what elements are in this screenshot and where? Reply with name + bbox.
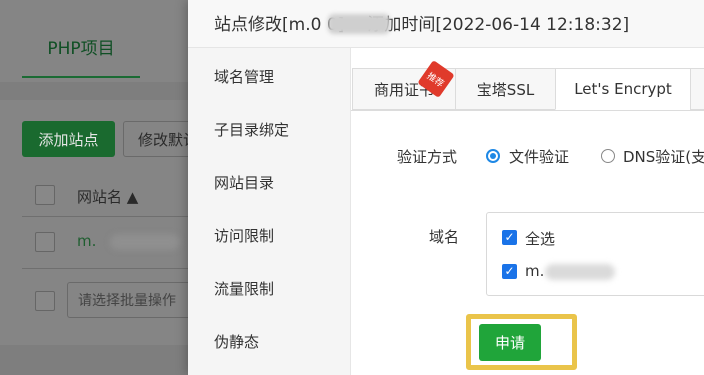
tab-baota-ssl[interactable]: 宝塔SSL: [455, 68, 556, 110]
batch-checkbox[interactable]: [35, 291, 55, 311]
sidebar-item-subdirectory-binding[interactable]: 子目录绑定: [214, 119, 289, 140]
apply-button[interactable]: 申请: [479, 324, 541, 361]
tab-commercial-cert[interactable]: 商用证书 推荐: [352, 60, 456, 110]
select-all-label[interactable]: 全选: [525, 228, 555, 249]
radio-file-verify[interactable]: [486, 149, 500, 163]
project-tab-bar: PHP项目: [0, 0, 188, 82]
modal-header: 站点修改[m.0 0] -- 添加时间[2022-06-14 12:18:32]: [188, 0, 704, 48]
radio-file-verify-label[interactable]: 文件验证: [509, 146, 569, 167]
select-all-checkbox[interactable]: [35, 185, 55, 205]
radio-dns-verify[interactable]: [601, 149, 615, 163]
sidebar-item-site-directory[interactable]: 网站目录: [214, 172, 274, 193]
radio-dns-verify-label[interactable]: DNS验证(支: [623, 146, 704, 167]
domain-list: ✓ 全选 ✓ m.: [486, 212, 704, 296]
redacted-blur: [110, 234, 180, 250]
add-site-button[interactable]: 添加站点: [22, 121, 115, 157]
site-settings-modal: 站点修改[m.0 0] -- 添加时间[2022-06-14 12:18:32]…: [188, 0, 704, 375]
site-name-link[interactable]: m.: [77, 232, 96, 250]
tab-lets-encrypt[interactable]: Let's Encrypt: [555, 68, 691, 110]
batch-operation-select[interactable]: 请选择批量操作: [67, 282, 197, 318]
tab-divider: [351, 110, 704, 111]
tab-label: Let's Encrypt: [574, 80, 672, 98]
modal-title: 站点修改[m.0 0] -- 添加时间[2022-06-14 12:18:32]: [214, 15, 630, 35]
sidebar-item-traffic-limit[interactable]: 流量限制: [214, 278, 274, 299]
ssl-content: 商用证书 推荐 宝塔SSL Let's Encrypt 验证方式 文件验证 DN…: [351, 48, 704, 375]
sidebar-item-rewrite[interactable]: 伪静态: [214, 331, 259, 352]
column-header-site-name[interactable]: 网站名 ▲: [77, 186, 138, 207]
table-header: 网站名 ▲: [22, 174, 192, 217]
tab-underline: [22, 76, 140, 78]
ssl-tabs: 商用证书 推荐 宝塔SSL Let's Encrypt: [351, 60, 704, 112]
redacted-blur: [545, 264, 615, 280]
table-row: m.: [22, 216, 192, 269]
domain-checkbox[interactable]: ✓: [502, 264, 517, 279]
domain-label: 域名: [429, 228, 460, 246]
select-all-checkbox[interactable]: ✓: [502, 230, 517, 245]
row-checkbox[interactable]: [35, 232, 55, 252]
tab-label: 宝塔SSL: [476, 80, 535, 99]
sidebar-item-domain-management[interactable]: 域名管理: [214, 66, 274, 87]
sidebar-item-access-restriction[interactable]: 访问限制: [214, 225, 274, 246]
verify-method-label: 验证方式: [397, 148, 458, 166]
redacted-blur: [328, 14, 390, 34]
tab-more[interactable]: [690, 68, 704, 110]
domain-item-label[interactable]: m.: [525, 262, 544, 280]
tab-php-project[interactable]: PHP项目: [22, 34, 140, 59]
modal-sidebar: 域名管理 子目录绑定 网站目录 访问限制 流量限制 伪静态: [188, 48, 351, 375]
